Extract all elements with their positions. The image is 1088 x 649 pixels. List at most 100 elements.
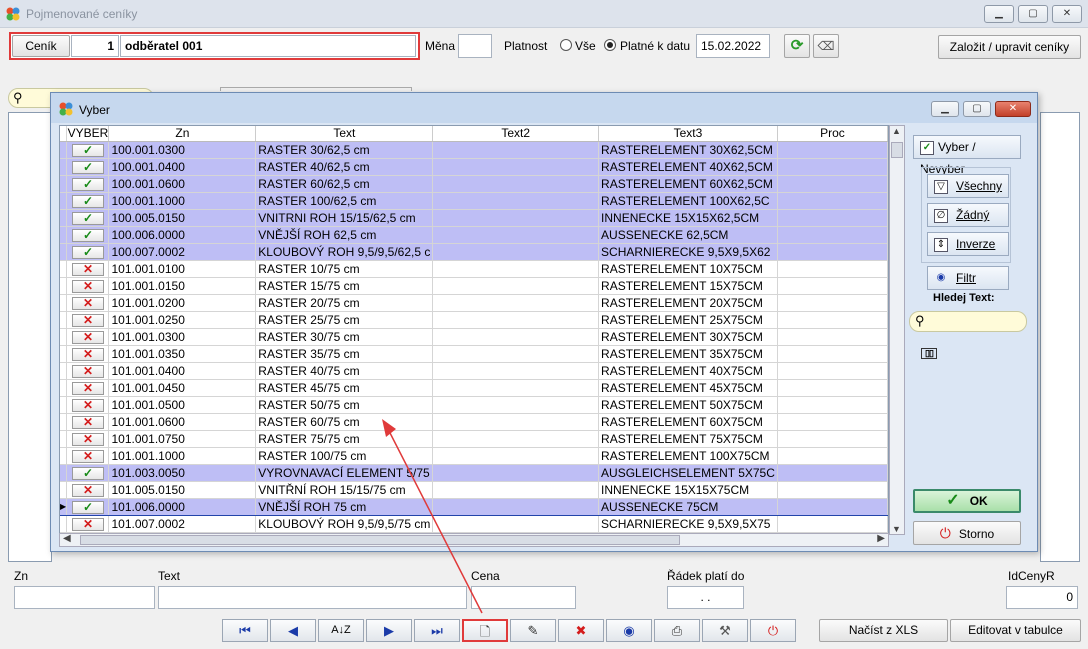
print-icon[interactable]: ⎙: [654, 619, 700, 642]
table-row[interactable]: ✕ 101.001.0150 RASTER 15/75 cm RASTERELEMEN…: [60, 277, 888, 295]
unchecked-icon[interactable]: ✕: [71, 347, 104, 361]
table-row[interactable]: ✓ 100.001.0400 RASTER 40/62,5 cm RASTERELEM…: [60, 158, 888, 176]
vyber-cell[interactable]: ✕: [66, 379, 110, 397]
vyber-cell[interactable]: ✓: [66, 464, 110, 482]
vyber-cell[interactable]: ✕: [66, 311, 110, 329]
dialog-close-button[interactable]: ✕: [995, 101, 1031, 117]
column-header[interactable]: Text3: [598, 126, 778, 142]
vyber-cell[interactable]: ✕: [66, 481, 110, 499]
scroll-down-icon[interactable]: ▼: [892, 524, 901, 534]
unchecked-icon[interactable]: ✕: [71, 483, 104, 497]
checked-icon[interactable]: ✓: [71, 177, 104, 191]
exit-icon[interactable]: ⏻: [750, 619, 796, 642]
find-icon[interactable]: ◉: [606, 619, 652, 642]
vyber-cell[interactable]: ✕: [66, 430, 110, 448]
unchecked-icon[interactable]: ✕: [71, 296, 104, 310]
vyber-cell[interactable]: ✕: [66, 328, 110, 346]
table-row[interactable]: ✕ 101.001.0500 RASTER 50/75 cm RASTERELEMEN…: [60, 396, 888, 414]
idcenyr-field[interactable]: 0: [1006, 586, 1078, 609]
table-row[interactable]: ✕ 101.001.0300 RASTER 30/75 cm RASTERELEMEN…: [60, 328, 888, 346]
sort-az-icon[interactable]: A↓Z: [318, 619, 364, 642]
table-row[interactable]: ✕ 101.001.0600 RASTER 60/75 cm RASTERELEMEN…: [60, 413, 888, 431]
table-row[interactable]: ✕ 101.001.0750 RASTER 75/75 cm RASTERELEMEN…: [60, 430, 888, 448]
checked-icon[interactable]: ✓: [71, 228, 104, 242]
checked-icon[interactable]: ✓: [71, 466, 104, 480]
maximize-button[interactable]: ▢: [1018, 5, 1048, 23]
edit-record-icon[interactable]: ✎: [510, 619, 556, 642]
vyber-cell[interactable]: ✓: [66, 158, 110, 176]
select-all-button[interactable]: ▽ Všechny: [927, 174, 1009, 198]
unchecked-icon[interactable]: ✕: [71, 313, 104, 327]
checked-icon[interactable]: ✓: [71, 160, 104, 174]
new-record-icon[interactable]: 🗋: [462, 619, 508, 642]
next-record-icon[interactable]: ▶: [366, 619, 412, 642]
dialog-search-field[interactable]: ⚲: [909, 311, 1027, 332]
table-row[interactable]: ✕ 101.007.0002 KLOUBOVÝ ROH 9,5/9,5/75 cm S…: [60, 515, 888, 533]
first-record-icon[interactable]: ⏮: [222, 619, 268, 642]
column-header[interactable]: Proc: [777, 126, 888, 142]
edit-table-button[interactable]: Editovat v tabulce: [950, 619, 1081, 642]
prev-record-icon[interactable]: ◀: [270, 619, 316, 642]
column-header[interactable]: Zn: [108, 126, 257, 142]
table-row[interactable]: ✓ 100.001.1000 RASTER 100/62,5 cm RASTERELE…: [60, 192, 888, 210]
scroll-left-icon[interactable]: ◀: [63, 533, 71, 544]
tools-icon[interactable]: ⚒: [702, 619, 748, 642]
column-header[interactable]: VYBER: [66, 126, 110, 142]
unchecked-icon[interactable]: ✕: [71, 398, 104, 412]
table-row[interactable]: ✕ 101.001.0250 RASTER 25/75 cm RASTERELEMEN…: [60, 311, 888, 329]
table-row[interactable]: ✕ 101.001.0400 RASTER 40/75 cm RASTERELEMEN…: [60, 362, 888, 380]
table-row[interactable]: ▶ ✓ 101.006.0000 VNĚJŠÍ ROH 75 cm AUSSENECKE…: [60, 497, 888, 516]
import-xls-button[interactable]: Načíst z XLS: [819, 619, 948, 642]
hscroll-thumb[interactable]: [80, 535, 680, 545]
unchecked-icon[interactable]: ✕: [71, 279, 104, 293]
vyber-cell[interactable]: ✕: [66, 413, 110, 431]
vyber-cell[interactable]: ✓: [66, 192, 110, 210]
cena-field[interactable]: [471, 586, 576, 609]
scroll-thumb[interactable]: [891, 142, 903, 158]
checked-icon[interactable]: ✓: [71, 500, 104, 514]
unchecked-icon[interactable]: ✕: [71, 517, 104, 531]
radio-all[interactable]: [560, 39, 572, 51]
vyber-cell[interactable]: ✓: [66, 209, 110, 227]
vyber-cell[interactable]: ✕: [66, 260, 110, 278]
last-record-icon[interactable]: ⏭: [414, 619, 460, 642]
text-field[interactable]: [158, 586, 467, 609]
dialog-maximize-button[interactable]: ▢: [963, 101, 991, 117]
select-none-button[interactable]: ∅ Žádný: [927, 203, 1009, 227]
table-row[interactable]: ✕ 101.001.0450 RASTER 45/75 cm RASTERELEMEN…: [60, 379, 888, 397]
zn-field[interactable]: [14, 586, 155, 609]
vyber-cell[interactable]: ✕: [66, 362, 110, 380]
dialog-minimize-button[interactable]: ▁: [931, 101, 959, 117]
column-header[interactable]: Text: [255, 126, 434, 142]
vyber-cell[interactable]: ✕: [66, 396, 110, 414]
invert-button[interactable]: ⇕ Inverze: [927, 232, 1009, 256]
ok-button[interactable]: ✓ OK: [913, 489, 1021, 513]
close-button[interactable]: ✕: [1052, 5, 1082, 23]
cenik-button[interactable]: Ceník: [12, 35, 70, 57]
vyber-cell[interactable]: ✓: [66, 497, 110, 516]
column-header[interactable]: Text2: [432, 126, 600, 142]
radio-date[interactable]: [604, 39, 616, 51]
checked-icon[interactable]: ✓: [71, 143, 104, 157]
vertical-scrollbar[interactable]: ▲ ▼: [889, 125, 905, 535]
scroll-up-icon[interactable]: ▲: [892, 126, 901, 136]
toggle-select-button[interactable]: ✓ Vyber / Nevyber: [913, 135, 1021, 176]
cenik-name[interactable]: odběratel 001: [120, 35, 416, 57]
cenik-number[interactable]: 1: [71, 35, 119, 57]
table-row[interactable]: ✓ 101.003.0050 VYROVNAVACÍ ELEMENT 5/75 AUS…: [60, 464, 888, 482]
table-row[interactable]: ✕ 101.001.0200 RASTER 20/75 cm RASTERELEMEN…: [60, 294, 888, 312]
unchecked-icon[interactable]: ✕: [71, 432, 104, 446]
table-row[interactable]: ✓ 100.001.0300 RASTER 30/62,5 cm RASTERELEM…: [60, 141, 888, 159]
eraser-icon[interactable]: ⌫: [813, 34, 839, 58]
filter-button[interactable]: ◉ Filtr: [927, 266, 1009, 290]
table-row[interactable]: ✓ 100.007.0002 KLOUBOVÝ ROH 9,5/9,5/62,5 c…: [60, 243, 888, 261]
vyber-cell[interactable]: ✕: [66, 345, 110, 363]
scroll-right-icon[interactable]: ▶: [877, 533, 885, 544]
table-row[interactable]: ✓ 100.005.0150 VNITRNI ROH 15/15/62,5 cm IN…: [60, 209, 888, 227]
checked-icon[interactable]: ✓: [71, 194, 104, 208]
vyber-cell[interactable]: ✓: [66, 226, 110, 244]
table-row[interactable]: ✕ 101.001.1000 RASTER 100/75 cm RASTERELEME…: [60, 447, 888, 465]
table-row[interactable]: ✓ 100.006.0000 VNĚJŠÍ ROH 62,5 cm AUSSENECK…: [60, 226, 888, 244]
vyber-cell[interactable]: ✕: [66, 294, 110, 312]
delete-record-icon[interactable]: ✖: [558, 619, 604, 642]
